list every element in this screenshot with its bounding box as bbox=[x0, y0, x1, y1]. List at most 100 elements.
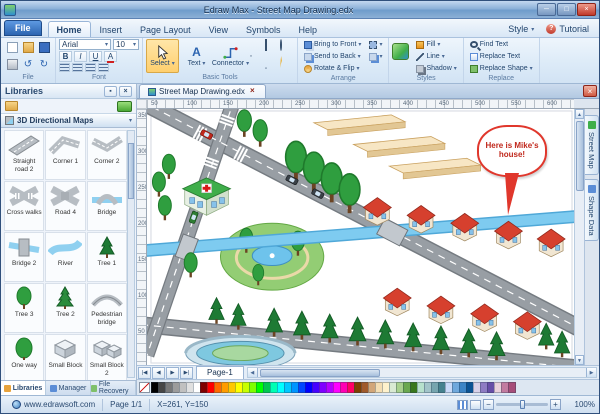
underline-button[interactable]: U bbox=[89, 51, 102, 62]
page-tab[interactable]: Page-1 bbox=[196, 366, 244, 379]
align-button[interactable]: ▾ bbox=[366, 51, 385, 62]
align-center-icon[interactable] bbox=[72, 63, 83, 72]
stadium-shape[interactable] bbox=[186, 336, 295, 365]
callout-shape[interactable]: Here is Mike's house! bbox=[477, 125, 547, 225]
line-style-button[interactable]: Line ▾ bbox=[413, 51, 459, 62]
minimize-button[interactable]: ─ bbox=[537, 3, 556, 16]
scroll-right-icon[interactable]: ▶ bbox=[586, 368, 596, 377]
open-library-button[interactable] bbox=[5, 101, 18, 111]
fill-button[interactable]: Fill ▾ bbox=[413, 39, 459, 50]
library-item-road-4[interactable]: Road 4 bbox=[45, 181, 85, 231]
library-item-corner-2[interactable]: Corner 2 bbox=[87, 130, 127, 180]
website-link[interactable]: www.edrawsoft.com bbox=[24, 400, 95, 409]
library-options-button[interactable]: ▪ bbox=[104, 86, 117, 97]
first-page-button[interactable]: |◀ bbox=[138, 367, 151, 379]
vertical-scrollbar[interactable]: ▲ ▼ bbox=[574, 109, 584, 365]
previous-page-button[interactable]: ◀ bbox=[152, 367, 165, 379]
send-to-back-button[interactable]: Send to Back ▾ bbox=[301, 51, 364, 62]
arc-tool-button[interactable] bbox=[250, 57, 264, 73]
library-item-pedestrian-bridge[interactable]: Pedestrian bridge bbox=[87, 283, 127, 333]
curve-tool-button[interactable] bbox=[265, 57, 279, 73]
scrollbar-thumb[interactable] bbox=[260, 369, 380, 377]
print-button[interactable] bbox=[4, 56, 20, 73]
align-right-icon[interactable] bbox=[85, 63, 96, 72]
library-item-bridge[interactable]: Bridge bbox=[87, 181, 127, 231]
library-item-cross-walks[interactable]: Cross walks bbox=[4, 181, 44, 231]
side-tab-shape-data[interactable]: Shape Data bbox=[585, 179, 599, 242]
document-tab[interactable]: Street Map Drawing.edx × bbox=[139, 84, 266, 98]
no-color-swatch[interactable] bbox=[139, 382, 150, 393]
library-item-tree-2[interactable]: Tree 2 bbox=[45, 283, 85, 333]
scrollbar-thumb[interactable] bbox=[576, 121, 584, 191]
drawing-canvas[interactable]: Here is Mike's house! bbox=[147, 109, 574, 365]
find-text-button[interactable]: Find Text bbox=[467, 39, 536, 50]
library-item-bridge-2[interactable]: Bridge 2 bbox=[4, 232, 44, 282]
panel-tab-libraries[interactable]: Libraries bbox=[1, 381, 46, 395]
zoom-slider-thumb[interactable] bbox=[520, 400, 525, 409]
ellipse-tool-button[interactable] bbox=[280, 40, 294, 56]
ribbon-tab-view[interactable]: View bbox=[200, 21, 237, 37]
shadow-button[interactable]: Shadow ▾ bbox=[413, 63, 459, 74]
scroll-left-icon[interactable]: ◀ bbox=[248, 368, 258, 377]
close-document-button[interactable]: × bbox=[583, 85, 597, 97]
close-panel-button[interactable]: × bbox=[119, 86, 132, 97]
ribbon-tab-help[interactable]: Help bbox=[289, 21, 326, 37]
bullet-list-icon[interactable] bbox=[98, 63, 109, 72]
select-tool-button[interactable]: Select▾ bbox=[146, 39, 179, 73]
rectangle-tool-button[interactable] bbox=[265, 40, 279, 56]
grid-toggle-icon[interactable] bbox=[457, 400, 468, 410]
scroll-up-icon[interactable]: ▲ bbox=[575, 109, 584, 119]
font-color-button[interactable]: A bbox=[104, 51, 117, 62]
panel-tab-file-recovery[interactable]: File Recovery bbox=[91, 381, 136, 395]
zoom-in-button[interactable]: + bbox=[550, 399, 561, 410]
next-page-button[interactable]: ▶ bbox=[166, 367, 179, 379]
color-swatch[interactable] bbox=[508, 382, 516, 393]
redo-button[interactable]: ↻ bbox=[36, 56, 52, 73]
connector-tool-button[interactable]: Connector▾ bbox=[214, 39, 247, 73]
zoom-out-button[interactable]: − bbox=[483, 399, 494, 410]
open-button[interactable] bbox=[20, 39, 36, 56]
new-button[interactable] bbox=[4, 39, 20, 56]
add-library-button[interactable] bbox=[117, 101, 132, 112]
maximize-button[interactable]: □ bbox=[557, 3, 576, 16]
ribbon-tab-page-layout[interactable]: Page Layout bbox=[131, 21, 200, 37]
library-item-corner-1[interactable]: Corner 1 bbox=[45, 130, 85, 180]
panel-tab-manager[interactable]: Manager bbox=[46, 381, 91, 395]
italic-button[interactable]: I bbox=[74, 51, 87, 62]
library-item-straight-road-2[interactable]: Straight road 2 bbox=[4, 130, 44, 180]
library-section-header[interactable]: 3D Directional Maps ▾ bbox=[1, 114, 136, 128]
font-family-select[interactable]: Arial ▾ bbox=[59, 39, 111, 50]
fit-page-icon[interactable] bbox=[470, 400, 481, 410]
library-item-tree-3[interactable]: Tree 3 bbox=[4, 283, 44, 333]
replace-shape-button[interactable]: Replace Shape ▾ bbox=[467, 63, 536, 74]
font-size-select[interactable]: 10 ▾ bbox=[113, 39, 139, 50]
zoom-slider[interactable] bbox=[496, 403, 548, 406]
bring-to-front-button[interactable]: Bring to Front ▾ bbox=[301, 39, 364, 50]
style-menu-button[interactable]: Style ▾ bbox=[502, 21, 540, 37]
ribbon-tab-symbols[interactable]: Symbols bbox=[237, 21, 290, 37]
tutorial-button[interactable]: ? Tutorial bbox=[540, 21, 595, 37]
align-left-icon[interactable] bbox=[59, 63, 70, 72]
library-item-tree-1[interactable]: Tree 1 bbox=[87, 232, 127, 282]
rotate-flip-button[interactable]: Rotate & Flip ▾ bbox=[301, 63, 364, 74]
file-menu-button[interactable]: File bbox=[4, 20, 42, 36]
library-scrollbar[interactable] bbox=[127, 130, 135, 378]
side-tab-street-map[interactable]: Street Map bbox=[585, 115, 599, 175]
library-item-one-way[interactable]: One way bbox=[4, 334, 44, 380]
ribbon-tab-insert[interactable]: Insert bbox=[91, 21, 132, 37]
save-button[interactable] bbox=[36, 39, 52, 56]
library-item-small-block[interactable]: Small Block bbox=[45, 334, 85, 380]
text-tool-button[interactable]: A Text▾ bbox=[180, 39, 213, 73]
last-page-button[interactable]: ▶| bbox=[180, 367, 193, 379]
library-item-river[interactable]: River bbox=[45, 232, 85, 282]
undo-button[interactable]: ↺ bbox=[20, 56, 36, 73]
close-button[interactable]: × bbox=[577, 3, 596, 16]
library-item-small-block-2[interactable]: Small Block 2 bbox=[87, 334, 127, 380]
horizontal-scrollbar[interactable]: ◀ ▶ bbox=[247, 367, 597, 378]
ribbon-tab-home[interactable]: Home bbox=[48, 21, 91, 37]
scroll-down-icon[interactable]: ▼ bbox=[575, 355, 584, 365]
group-button[interactable]: ▾ bbox=[366, 39, 385, 50]
line-tool-button[interactable] bbox=[250, 40, 264, 56]
scrollbar-thumb[interactable] bbox=[128, 143, 134, 199]
bold-button[interactable]: B bbox=[59, 51, 72, 62]
